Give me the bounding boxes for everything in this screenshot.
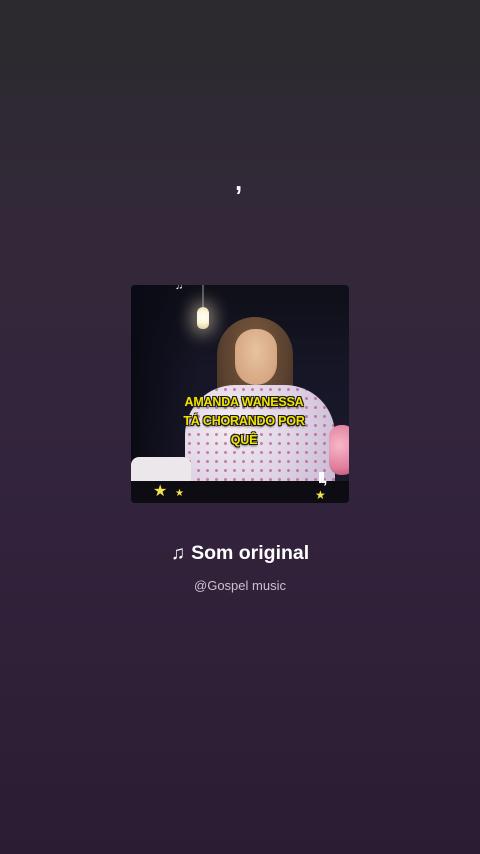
- pause-icon[interactable]: II,: [318, 471, 327, 487]
- star-icon: ★: [175, 488, 184, 499]
- person-face: [235, 329, 277, 385]
- light-bulb-icon: [197, 307, 209, 329]
- music-note-icon: ♫: [170, 543, 186, 564]
- audio-title-row[interactable]: ♫ Som original: [0, 540, 480, 567]
- music-note-icon: ♫: [175, 285, 184, 292]
- caption-line-2: TÁ CHORANDO POR: [183, 414, 305, 428]
- stray-mark: ,: [235, 166, 243, 196]
- star-icon: ★: [153, 483, 168, 500]
- audio-author[interactable]: @Gospel music: [0, 577, 480, 595]
- audio-cover-art[interactable]: AMANDA WANESSA TÁ CHORANDO POR QUÊ ★ ★ ★…: [131, 285, 349, 503]
- caption-line-3: QUÊ: [230, 433, 258, 447]
- lamp-cord: [202, 285, 204, 307]
- caption-line-1: AMANDA WANESSA: [184, 395, 304, 409]
- flowers-decoration: [329, 425, 349, 475]
- star-icon: ★: [315, 488, 326, 502]
- audio-title: Som original: [191, 542, 310, 564]
- cover-caption: AMANDA WANESSA TÁ CHORANDO POR QUÊ: [177, 393, 311, 450]
